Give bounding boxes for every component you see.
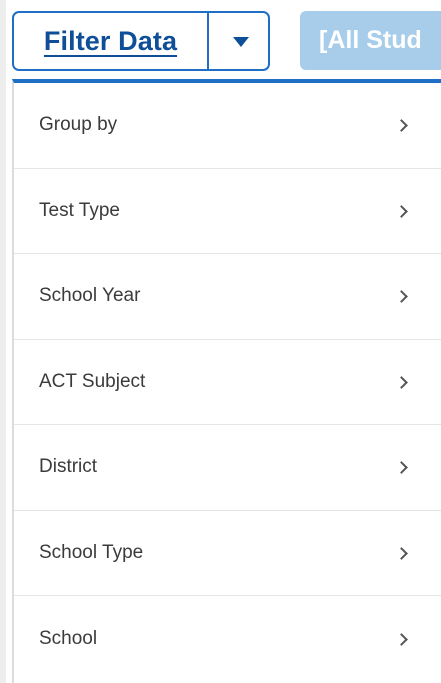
menu-item-school[interactable]: School — [14, 596, 441, 682]
chevron-right-icon — [395, 546, 408, 560]
left-edge-strip — [0, 0, 6, 683]
menu-item-school-type[interactable]: School Type — [14, 511, 441, 596]
chevron-right-icon — [395, 204, 408, 218]
filter-data-button[interactable]: Filter Data — [14, 13, 207, 69]
chevron-right-icon — [395, 461, 408, 475]
chevron-right-icon — [395, 632, 408, 646]
menu-item-act-subject[interactable]: ACT Subject — [14, 340, 441, 425]
filter-dropdown-toggle[interactable] — [209, 13, 268, 69]
menu-item-label: School Type — [39, 541, 144, 563]
filter-data-button-group[interactable]: Filter Data — [12, 11, 270, 71]
chevron-right-icon — [395, 290, 408, 304]
menu-item-label: School — [39, 627, 98, 649]
menu-item-label: District — [39, 456, 98, 478]
filter-dropdown-menu: Group by Test Type School Year ACT Subje… — [12, 79, 441, 683]
menu-item-label: Group by — [39, 114, 118, 136]
menu-item-school-year[interactable]: School Year — [14, 254, 441, 340]
chevron-right-icon — [395, 375, 408, 389]
menu-item-label: ACT Subject — [39, 370, 146, 392]
menu-item-test-type[interactable]: Test Type — [14, 169, 441, 254]
menu-item-label: Test Type — [39, 199, 120, 221]
student-filter-button[interactable]: [All Stud — [300, 11, 441, 70]
menu-item-group-by[interactable]: Group by — [14, 83, 441, 169]
menu-item-label: School Year — [39, 285, 141, 307]
chevron-right-icon — [395, 119, 408, 133]
caret-down-icon — [233, 37, 249, 47]
menu-item-district[interactable]: District — [14, 425, 441, 511]
